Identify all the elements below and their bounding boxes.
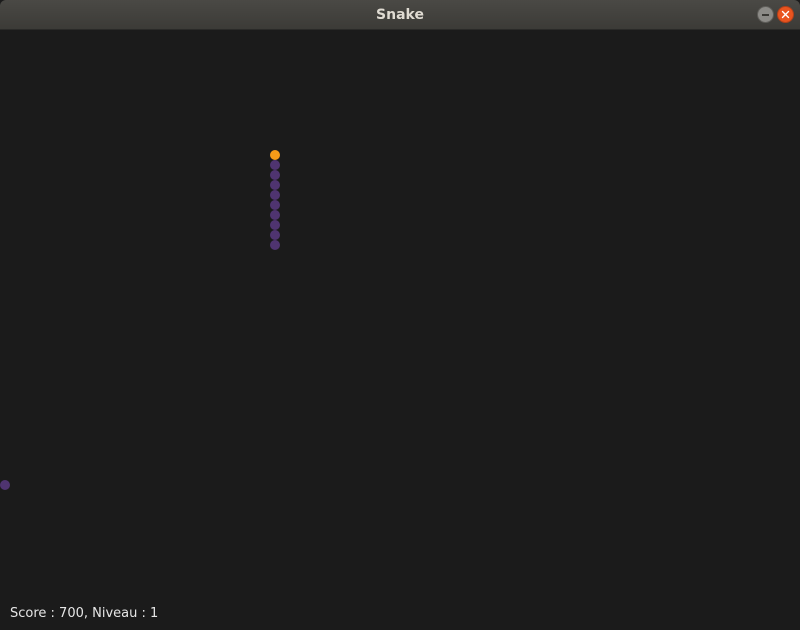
snake-segment (270, 230, 280, 240)
snake-segment (270, 220, 280, 230)
title-bar[interactable]: Snake (0, 0, 800, 30)
score-level-status: Score : 700, Niveau : 1 (10, 606, 159, 621)
close-icon (781, 10, 790, 19)
snake-segment (270, 160, 280, 170)
game-window: Snake Score : 700, Niveau : 1 (0, 0, 800, 630)
snake-segment (270, 190, 280, 200)
close-button[interactable] (777, 6, 794, 23)
snake-segment (270, 240, 280, 250)
food-pellet (0, 480, 10, 490)
game-board[interactable]: Score : 700, Niveau : 1 (0, 30, 800, 630)
snake-segment (270, 210, 280, 220)
snake-head (270, 150, 280, 160)
snake-segment (270, 180, 280, 190)
snake-segment (270, 200, 280, 210)
minimize-button[interactable] (757, 6, 774, 23)
snake-segment (270, 170, 280, 180)
window-title: Snake (376, 7, 424, 23)
